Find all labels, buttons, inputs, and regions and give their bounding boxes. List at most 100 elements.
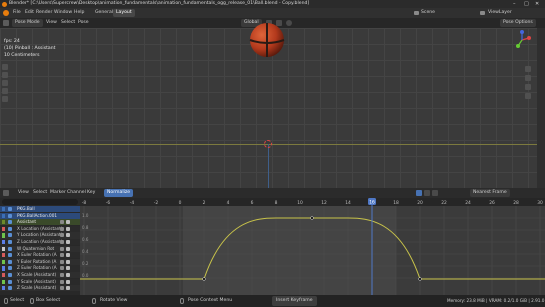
close-button[interactable]: ✕ bbox=[535, 1, 539, 7]
channel-row[interactable]: W Quaternion Rot bbox=[0, 245, 80, 252]
wrench-icon[interactable] bbox=[60, 220, 64, 225]
eye-icon[interactable] bbox=[8, 253, 12, 258]
scale-tool-icon[interactable] bbox=[2, 96, 8, 102]
eye-icon[interactable] bbox=[8, 273, 12, 277]
view-layer-selector[interactable]: ViewLayer bbox=[488, 10, 512, 16]
current-frame-label: 16 bbox=[369, 199, 375, 205]
ghost-curves-icon[interactable] bbox=[432, 190, 438, 196]
lock-icon[interactable] bbox=[66, 253, 70, 258]
wrench-icon[interactable] bbox=[60, 233, 64, 238]
menu-view[interactable]: View bbox=[46, 20, 57, 26]
channel-row[interactable]: Z Scale (Assistant) bbox=[0, 285, 80, 292]
eye-icon[interactable] bbox=[8, 226, 12, 231]
channel-row[interactable]: PKG.BallAction.001 bbox=[0, 212, 80, 219]
scene-selector[interactable]: Scene bbox=[421, 10, 435, 16]
status-insert-keyframe[interactable]: Insert Keyframe bbox=[272, 296, 317, 306]
zoom-icon[interactable] bbox=[525, 66, 531, 72]
normalize-toggle[interactable]: Normalize bbox=[104, 189, 134, 197]
editor-type-icon[interactable] bbox=[3, 20, 9, 26]
graph-editor-type-icon[interactable] bbox=[3, 190, 9, 196]
frame-tick-label: 8 bbox=[275, 200, 278, 206]
pose-options-dropdown[interactable]: Pose Options bbox=[500, 19, 536, 27]
navigation-gizmo[interactable] bbox=[512, 30, 532, 50]
move-tool-icon[interactable] bbox=[2, 80, 8, 86]
wrench-icon[interactable] bbox=[60, 246, 64, 251]
channel-row[interactable]: Y Location (Assistant) bbox=[0, 232, 80, 239]
3d-viewport[interactable]: fps: 24 (10) Pinball : Assistant 10 Cent… bbox=[0, 23, 537, 188]
eye-icon[interactable] bbox=[8, 213, 12, 218]
filter-icon[interactable] bbox=[416, 190, 422, 196]
viewport-sidebar-tabs[interactable] bbox=[537, 28, 545, 188]
eye-icon[interactable] bbox=[8, 240, 12, 244]
only-selected-icon[interactable] bbox=[424, 190, 430, 196]
channel-row[interactable]: X Euler Rotation (A bbox=[0, 252, 80, 259]
lock-icon[interactable] bbox=[66, 233, 70, 238]
ball-object[interactable] bbox=[249, 22, 285, 58]
minimize-button[interactable]: – bbox=[513, 1, 516, 7]
wrench-icon[interactable] bbox=[60, 279, 64, 284]
maximize-button[interactable]: □ bbox=[524, 1, 529, 7]
wrench-icon[interactable] bbox=[60, 240, 64, 244]
channel-row[interactable]: X Scale (Assistant) bbox=[0, 272, 80, 279]
lock-icon[interactable] bbox=[66, 266, 70, 271]
frame-tick-label: 18 bbox=[393, 200, 399, 206]
mode-dropdown[interactable]: Pose Mode bbox=[12, 19, 43, 27]
wrench-icon[interactable] bbox=[60, 259, 64, 264]
menu-help[interactable]: Help bbox=[74, 10, 84, 16]
menu-edit[interactable]: Edit bbox=[25, 10, 34, 16]
eye-icon[interactable] bbox=[8, 246, 12, 251]
wrench-icon[interactable] bbox=[60, 253, 64, 258]
pan-hand-icon[interactable] bbox=[525, 75, 531, 81]
eye-icon[interactable] bbox=[8, 207, 12, 211]
wrench-icon[interactable] bbox=[60, 273, 64, 277]
lock-icon[interactable] bbox=[66, 226, 70, 231]
cursor-tool-icon[interactable] bbox=[2, 72, 8, 78]
tab-layout[interactable]: Layout bbox=[113, 9, 135, 17]
channel-row[interactable]: Y Euler Rotation (A bbox=[0, 258, 80, 266]
blender-menu-icon[interactable] bbox=[3, 10, 9, 16]
channel-row[interactable]: X Location (Assistant) bbox=[0, 225, 80, 233]
channel-row[interactable]: Assistant bbox=[0, 219, 80, 226]
graph-menu-view[interactable]: View bbox=[18, 190, 29, 196]
menu-render[interactable]: Render bbox=[36, 10, 52, 16]
eye-icon[interactable] bbox=[8, 233, 12, 238]
lock-icon[interactable] bbox=[66, 220, 70, 225]
3d-cursor-icon[interactable] bbox=[264, 140, 272, 148]
lock-icon[interactable] bbox=[66, 246, 70, 251]
lock-icon[interactable] bbox=[66, 273, 70, 277]
lock-icon[interactable] bbox=[66, 286, 70, 291]
wrench-icon[interactable] bbox=[60, 266, 64, 271]
channel-row[interactable]: Z Location (Assistant) bbox=[0, 239, 80, 246]
eye-icon[interactable] bbox=[8, 220, 12, 225]
menu-pose[interactable]: Pose bbox=[78, 20, 89, 26]
lock-icon[interactable] bbox=[66, 259, 70, 264]
channel-label: Y Scale (Assistant) bbox=[17, 278, 56, 284]
perspective-toggle-icon[interactable] bbox=[525, 93, 531, 99]
menu-select[interactable]: Select bbox=[61, 20, 75, 26]
wrench-icon[interactable] bbox=[60, 226, 64, 231]
eye-icon[interactable] bbox=[8, 286, 12, 291]
channel-row[interactable]: Y Scale (Assistant) bbox=[0, 278, 80, 285]
eye-icon[interactable] bbox=[8, 279, 12, 284]
channel-row[interactable]: PKG.Ball bbox=[0, 206, 80, 213]
graph-menu-key[interactable]: Key bbox=[87, 190, 95, 196]
proportional-edit-icon[interactable] bbox=[286, 20, 292, 26]
channel-search-input[interactable] bbox=[2, 199, 78, 205]
menu-window[interactable]: Window bbox=[54, 10, 72, 16]
eye-icon[interactable] bbox=[8, 259, 12, 264]
channel-row[interactable]: Z Euler Rotation (A bbox=[0, 265, 80, 272]
graph-menu-channel[interactable]: Channel bbox=[67, 190, 86, 196]
lock-icon[interactable] bbox=[66, 240, 70, 244]
select-tool-icon[interactable] bbox=[2, 64, 8, 70]
snap-mode-dropdown[interactable]: Nearest Frame bbox=[470, 189, 510, 197]
wrench-icon[interactable] bbox=[60, 286, 64, 291]
graph-menu-marker[interactable]: Marker bbox=[50, 190, 66, 196]
graph-menu-select[interactable]: Select bbox=[33, 190, 47, 196]
menu-file[interactable]: File bbox=[13, 10, 21, 16]
rotate-tool-icon[interactable] bbox=[2, 88, 8, 94]
channel-color-swatch bbox=[2, 286, 5, 291]
camera-view-icon[interactable] bbox=[525, 84, 531, 90]
lock-icon[interactable] bbox=[66, 279, 70, 284]
eye-icon[interactable] bbox=[8, 266, 12, 271]
frame-tick-label: 26 bbox=[489, 200, 495, 206]
